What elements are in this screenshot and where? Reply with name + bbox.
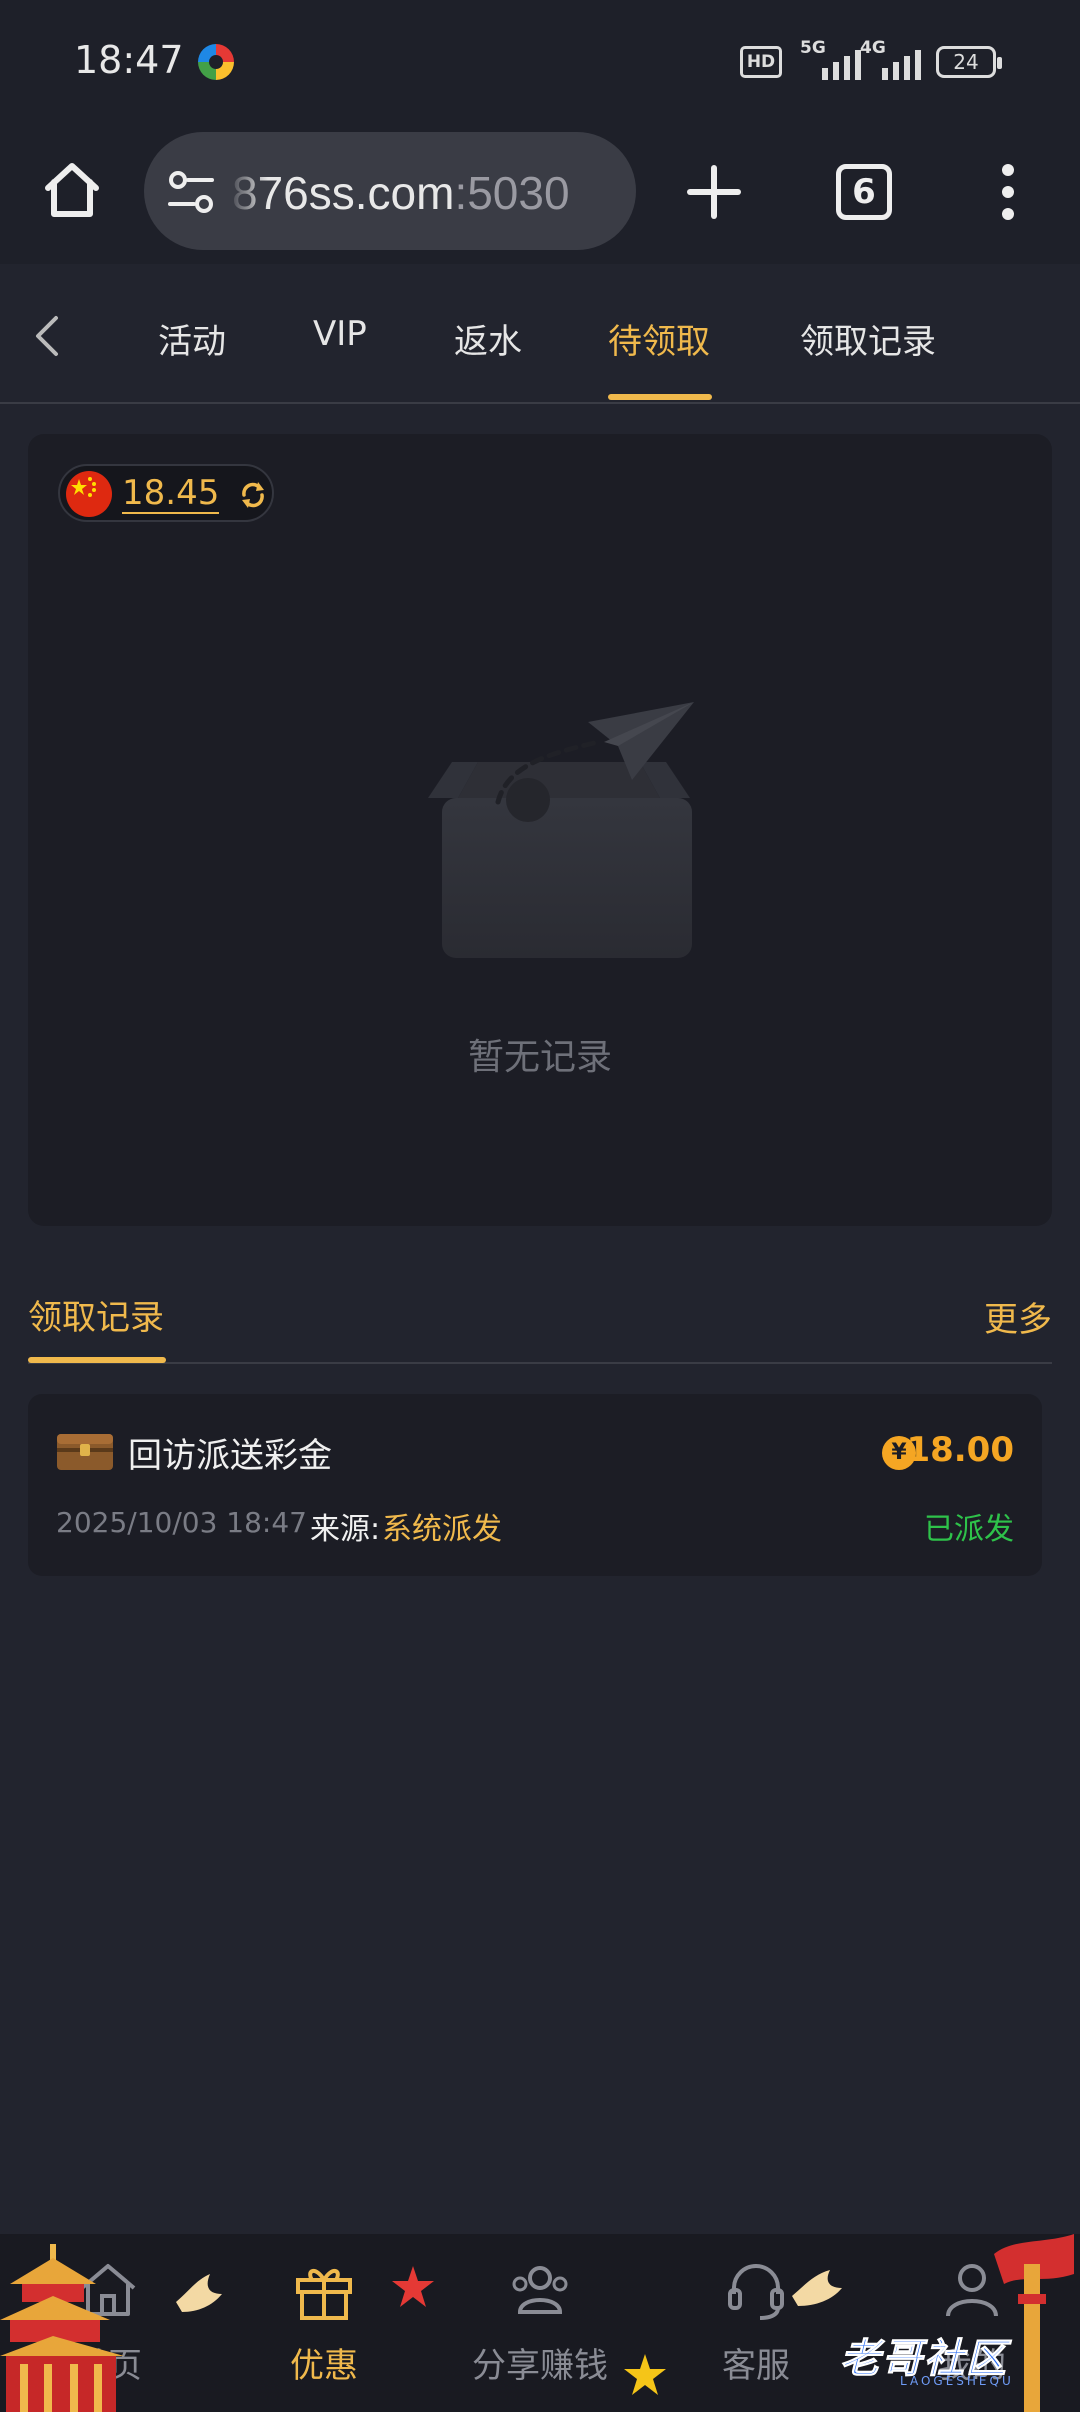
gold-star-decoration	[624, 2354, 666, 2395]
chevron-left-icon	[36, 316, 58, 356]
record-item[interactable]: 回访派送彩金 ¥ 18.00 2025/10/03 18:47 来源: 系统派发…	[28, 1394, 1042, 1576]
back-button[interactable]	[28, 314, 68, 358]
more-vertical-icon	[1002, 164, 1014, 220]
record-date: 2025/10/03 18:47	[56, 1506, 307, 1539]
tab-pending[interactable]: 待领取	[608, 314, 710, 363]
hd-voice-icon: HD	[740, 46, 782, 78]
url-text[interactable]: 876ss.com:5030	[232, 166, 570, 220]
record-source-value: 系统派发	[382, 1512, 502, 1547]
nav-share-label: 分享赚钱	[472, 2346, 608, 2386]
refresh-icon[interactable]	[236, 478, 270, 512]
tab-switcher-button[interactable]: 6	[836, 164, 892, 220]
status-bar: 18:47 HD 5G 4G 24	[0, 0, 1080, 120]
url-port: :5030	[454, 167, 570, 219]
records-title-underline	[28, 1357, 166, 1363]
records-more-link[interactable]: 更多	[984, 1292, 1052, 1341]
new-tab-button[interactable]	[684, 162, 744, 222]
records-divider	[28, 1362, 1052, 1364]
url-bar[interactable]: 876ss.com:5030	[144, 132, 636, 250]
browser-home-button[interactable]	[40, 158, 104, 222]
active-tab-indicator	[608, 394, 712, 400]
app-notification-icon	[198, 44, 234, 80]
red-star-decoration	[392, 2266, 434, 2307]
status-time: 18:47	[74, 38, 184, 82]
record-status: 已派发	[924, 1512, 1014, 1547]
nav-support-label: 客服	[722, 2346, 790, 2386]
pending-card: 18.45 暂无记录	[28, 434, 1052, 1226]
watermark-subtext: LAOGESHEQU	[900, 2374, 1014, 2388]
tab-rebate[interactable]: 返水	[454, 314, 522, 363]
record-name: 回访派送彩金	[128, 1436, 332, 1476]
record-source-label: 来源:	[310, 1512, 381, 1547]
signal-4g-icon: 4G	[860, 38, 930, 80]
record-amount: 18.00	[906, 1430, 1014, 1470]
dove-decoration	[176, 2274, 222, 2312]
share-icon	[512, 2266, 568, 2314]
tab-vip[interactable]: VIP	[313, 314, 367, 354]
nav-promotions[interactable]: 优惠	[234, 2258, 414, 2408]
temple-decoration	[0, 2244, 124, 2412]
nav-share[interactable]: 分享赚钱	[450, 2258, 630, 2408]
battery-icon: 24	[936, 46, 1002, 78]
balance-value: 18.45	[122, 473, 220, 514]
home-icon	[45, 163, 99, 217]
dove-decoration-2	[792, 2270, 842, 2306]
browser-menu-button[interactable]	[990, 162, 1026, 222]
nav-promotions-label: 优惠	[290, 2346, 358, 2386]
tab-activity[interactable]: 活动	[158, 314, 226, 363]
empty-state-text: 暂无记录	[467, 1037, 612, 1078]
balance-chip[interactable]: 18.45	[58, 464, 274, 522]
plus-icon	[687, 165, 741, 219]
treasure-chest-icon	[57, 1434, 113, 1470]
url-fade	[228, 132, 268, 250]
site-settings-icon[interactable]	[166, 168, 216, 216]
china-flag-icon	[66, 471, 112, 517]
browser-toolbar: 876ss.com:5030 6	[0, 120, 1080, 264]
empty-box-icon	[428, 702, 694, 958]
records-title[interactable]: 领取记录	[28, 1290, 164, 1339]
headset-icon	[728, 2264, 784, 2320]
promo-tabs: 活动 VIP 返水 待领取 领取记录	[0, 264, 1080, 404]
tab-claim-history[interactable]: 领取记录	[800, 314, 936, 363]
gift-icon	[296, 2269, 352, 2320]
